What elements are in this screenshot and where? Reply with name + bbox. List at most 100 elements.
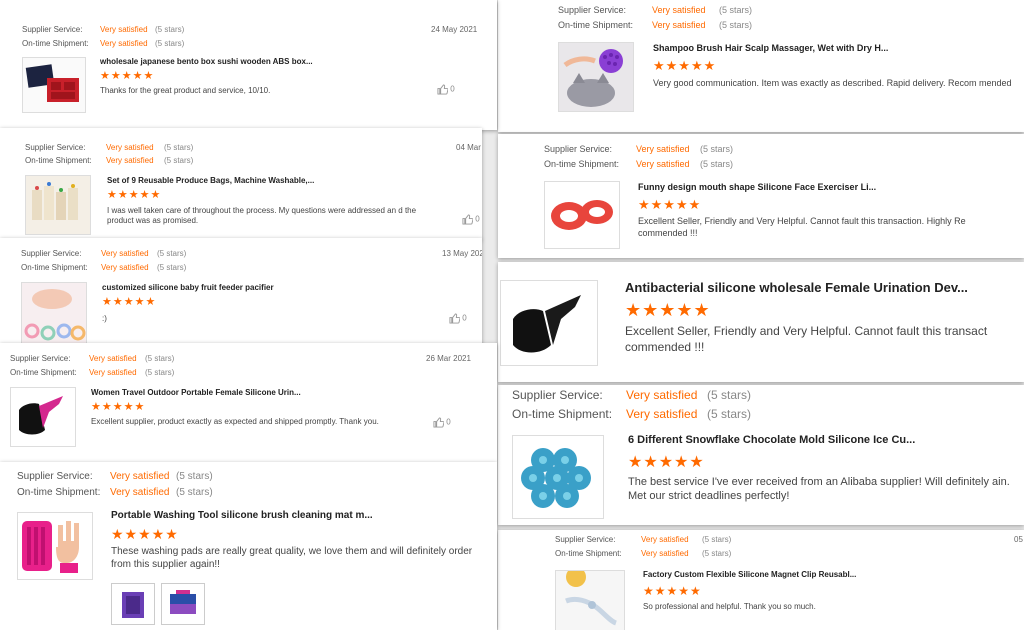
rating-stars: ★★★★★: [625, 300, 711, 320]
shipment-stars-count: (5 stars): [707, 407, 752, 421]
review-card: Supplier Service: Very satisfied (5 stars)…: [498, 0, 1024, 132]
review-card: Supplier Service: Very satisfied (5 stars)…: [0, 462, 497, 630]
product-title[interactable]: Antibacterial silicone wholesale Female …: [625, 280, 1024, 295]
rating-stars: ★★★★★: [107, 189, 162, 201]
rating-stars: ★★★★★: [100, 70, 155, 82]
review-comment: These washing pads are really great qual…: [111, 546, 473, 570]
supplier-rating-text: Very satisfied: [626, 388, 698, 402]
product-title[interactable]: wholesale japanese bento box sushi woode…: [100, 57, 400, 66]
review-photo[interactable]: [161, 583, 205, 625]
shipment-rating-text: Very satisfied: [110, 487, 170, 498]
shipment-stars-count: (5 stars): [702, 549, 732, 558]
shipment-stars-count: (5 stars): [155, 39, 185, 48]
shipment-label: On-time Shipment:: [22, 39, 89, 48]
product-title[interactable]: Factory Custom Flexible Silicone Magnet …: [643, 570, 943, 579]
review-date: 05: [1014, 535, 1023, 544]
supplier-rating-text: Very satisfied: [110, 471, 170, 482]
review-date: 24 May 2021: [431, 25, 478, 34]
supplier-rating-text: Very satisfied: [106, 143, 154, 152]
rating-stars: ★★★★★: [102, 296, 157, 308]
supplier-service-label: Supplier Service:: [558, 5, 627, 15]
like-count: 0: [462, 313, 467, 323]
rating-stars: ★★★★★: [638, 197, 702, 212]
urination-device-image[interactable]: [500, 280, 598, 366]
shipment-row: On-time Shipment: Very satisfied (5 stars): [17, 487, 213, 498]
like-button[interactable]: 0: [433, 417, 451, 428]
review-comment: So professional and helpful. Thank you s…: [643, 602, 816, 611]
shipment-row: On-time Shipment: Very satisfied (5 stars): [555, 549, 731, 558]
supplier-service-label: Supplier Service:: [544, 144, 613, 154]
shipment-row: On-time Shipment: Very satisfied (5 stars): [544, 159, 733, 169]
product-title[interactable]: Set of 9 Reusable Produce Bags, Machine …: [107, 176, 407, 185]
like-button[interactable]: 0: [437, 84, 455, 95]
review-card: Supplier Service: Very satisfied (5 stars)…: [0, 128, 482, 240]
shipment-label: On-time Shipment:: [21, 263, 88, 272]
produce-bags-image[interactable]: [25, 175, 91, 235]
product-title[interactable]: Women Travel Outdoor Portable Female Sil…: [91, 388, 391, 397]
shipment-label: On-time Shipment:: [512, 407, 613, 421]
supplier-rating-text: Very satisfied: [641, 535, 689, 544]
magnet-clip-image[interactable]: [555, 570, 625, 630]
review-card: Supplier Service: Very satisfied (5 stars)…: [0, 343, 497, 462]
supplier-rating-text: Very satisfied: [636, 144, 690, 154]
review-card: Supplier Service: Very satisfied (5 stars)…: [498, 530, 1024, 630]
bento-box-image[interactable]: [22, 57, 86, 113]
review-comment: The best service I've ever received from…: [628, 476, 1010, 503]
review-date: 13 May 202: [442, 249, 482, 258]
shipment-rating-text: Very satisfied: [641, 549, 689, 558]
like-count: 0: [475, 214, 480, 224]
supplier-service-label: Supplier Service:: [22, 25, 83, 34]
review-comment: Excellent Seller, Friendly and Very Help…: [638, 216, 966, 238]
supplier-stars-count: (5 stars): [702, 535, 732, 544]
product-title[interactable]: 6 Different Snowflake Chocolate Mold Sil…: [628, 434, 1018, 446]
shipment-row: On-time Shipment: Very satisfied (5 stars): [25, 156, 193, 165]
review-comment: I was well taken care of throughout the …: [107, 206, 417, 226]
supplier-service-row: Supplier Service: Very satisfied (5 stars): [21, 249, 186, 258]
supplier-service-row: Supplier Service: Very satisfied (5 stars): [558, 5, 752, 15]
product-title[interactable]: customized silicone baby fruit feeder pa…: [102, 283, 402, 292]
urination-device-image[interactable]: [10, 387, 76, 447]
rating-stars: ★★★★★: [91, 401, 146, 413]
face-exerciser-image[interactable]: [544, 181, 620, 249]
supplier-rating-text: Very satisfied: [652, 5, 706, 15]
review-date: 26 Mar 2021: [426, 354, 471, 363]
review-card: Antibacterial silicone wholesale Female …: [498, 262, 1024, 382]
like-button[interactable]: 0: [449, 313, 467, 324]
supplier-stars-count: (5 stars): [719, 5, 753, 15]
supplier-service-row: Supplier Service: Very satisfied (5 stars): [10, 354, 174, 363]
supplier-rating-text: Very satisfied: [101, 249, 149, 258]
supplier-stars-count: (5 stars): [700, 144, 734, 154]
product-title[interactable]: Shampoo Brush Hair Scalp Massager, Wet w…: [653, 43, 983, 53]
supplier-stars-count: (5 stars): [157, 249, 187, 258]
supplier-stars-count: (5 stars): [155, 25, 185, 34]
thumbs-up-icon: [433, 417, 445, 428]
shipment-label: On-time Shipment:: [10, 368, 77, 377]
shipment-stars-count: (5 stars): [164, 156, 194, 165]
baby-feeder-image[interactable]: [21, 282, 87, 344]
shipment-row: On-time Shipment: Very satisfied (5 stars): [512, 407, 751, 421]
thumbs-up-icon: [437, 84, 449, 95]
shipment-label: On-time Shipment:: [544, 159, 620, 169]
like-button[interactable]: 0: [462, 214, 480, 225]
shipment-label: On-time Shipment:: [25, 156, 92, 165]
supplier-service-row: Supplier Service: Very satisfied (5 stars): [17, 471, 213, 482]
supplier-service-label: Supplier Service:: [10, 354, 71, 363]
washing-pad-image[interactable]: [17, 512, 93, 580]
snowflake-mold-image[interactable]: [512, 435, 604, 519]
product-title[interactable]: Funny design mouth shape Silicone Face E…: [638, 182, 968, 192]
shampoo-brush-image[interactable]: [558, 42, 634, 112]
shipment-rating-text: Very satisfied: [106, 156, 154, 165]
supplier-stars-count: (5 stars): [176, 471, 213, 482]
product-title[interactable]: Portable Washing Tool silicone brush cle…: [111, 510, 431, 521]
review-comment: Excellent supplier, product exactly as e…: [91, 417, 379, 426]
review-card: Supplier Service: Very satisfied (5 stars)…: [0, 238, 482, 346]
supplier-service-label: Supplier Service:: [512, 388, 603, 402]
supplier-rating-text: Very satisfied: [100, 25, 148, 34]
shipment-row: On-time Shipment: Very satisfied (5 stars): [558, 20, 752, 30]
supplier-service-label: Supplier Service:: [555, 535, 616, 544]
shipment-stars-count: (5 stars): [157, 263, 187, 272]
review-photo[interactable]: [111, 583, 155, 625]
supplier-service-label: Supplier Service:: [17, 471, 93, 482]
supplier-stars-count: (5 stars): [145, 354, 175, 363]
supplier-service-row: Supplier Service: Very satisfied (5 stars): [25, 143, 193, 152]
